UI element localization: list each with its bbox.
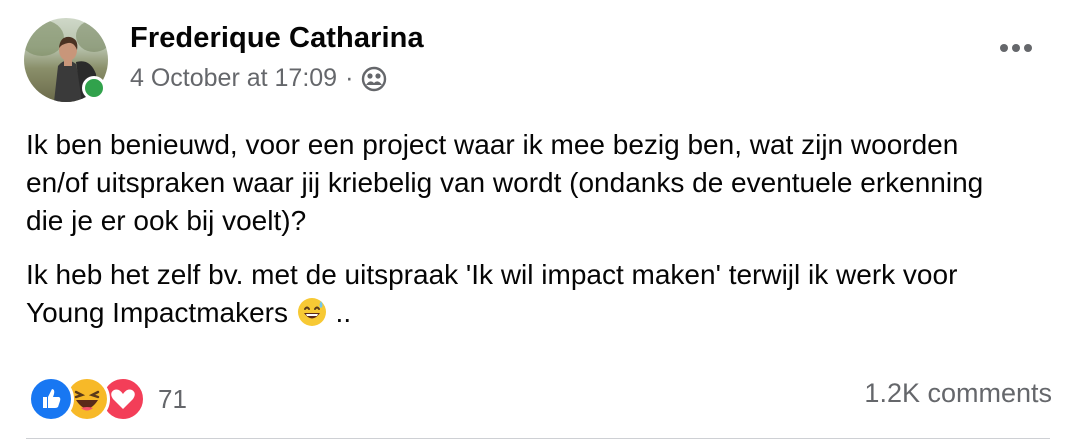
post-paragraph-1: Ik ben benieuwd, voor een project waar i… xyxy=(26,129,984,236)
post-timestamp[interactable]: 4 October at 17:09 xyxy=(130,64,337,93)
post-paragraph-2-suffix: .. xyxy=(327,297,352,328)
reaction-count[interactable]: 71 xyxy=(158,384,187,415)
post-meta: 4 October at 17:09 · xyxy=(130,64,387,93)
sweat-smile-emoji-icon xyxy=(296,296,328,328)
author-avatar[interactable] xyxy=(24,18,108,102)
friends-icon[interactable] xyxy=(361,66,387,92)
meta-separator: · xyxy=(345,64,354,92)
like-reaction-icon xyxy=(28,376,74,422)
author-name[interactable]: Frederique Catharina xyxy=(130,22,424,55)
divider xyxy=(26,438,1050,439)
more-options-button[interactable] xyxy=(1000,44,1032,52)
online-status-indicator xyxy=(82,76,106,100)
more-horizontal-icon xyxy=(1000,44,1008,52)
reactions-summary[interactable]: 71 xyxy=(28,376,187,422)
comments-count-link[interactable]: 1.2K comments xyxy=(864,378,1052,409)
post-paragraph-2: Ik heb het zelf bv. met de uitspraak 'Ik… xyxy=(26,256,1026,332)
post-paragraph-2-text: Ik heb het zelf bv. met de uitspraak 'Ik… xyxy=(26,259,958,328)
post-body: Ik ben benieuwd, voor een project waar i… xyxy=(26,126,1026,348)
